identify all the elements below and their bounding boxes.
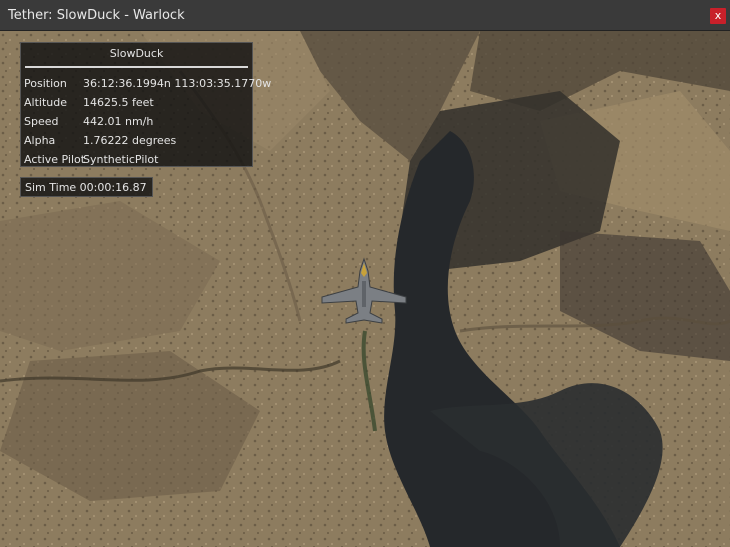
close-icon: x (714, 9, 722, 22)
active-pilot-label: Active Pilot (24, 153, 86, 166)
position-value: 36:12:36.1994n 113:03:35.1770w (83, 77, 272, 90)
speed-label: Speed (24, 115, 59, 128)
title-bar[interactable]: Tether: SlowDuck - Warlock x (0, 0, 730, 31)
alpha-label: Alpha (24, 134, 56, 147)
close-button[interactable]: x (710, 8, 726, 24)
tether-window: Tether: SlowDuck - Warlock x SlowDuck Po… (0, 0, 730, 547)
position-row: Position 36:12:36.1994n 113:03:35.1770w (21, 74, 271, 93)
sim-time-panel: Sim Time 00:00:16.87 (20, 177, 153, 197)
sim-time-label: Sim Time (25, 181, 77, 194)
active-pilot-value: SyntheticPilot (83, 153, 159, 166)
altitude-row: Altitude 14625.5 feet (21, 93, 252, 112)
divider (25, 66, 248, 68)
position-label: Position (24, 77, 67, 90)
sim-time-value: 00:00:16.87 (79, 181, 147, 194)
altitude-label: Altitude (24, 96, 67, 109)
altitude-value: 14625.5 feet (83, 96, 154, 109)
entity-info-panel: SlowDuck Position 36:12:36.1994n 113:03:… (20, 42, 271, 169)
active-pilot-row: Active Pilot SyntheticPilot (21, 150, 252, 169)
entity-name: SlowDuck (109, 47, 164, 60)
alpha-value: 1.76222 degrees (83, 134, 177, 147)
fighter-jet-icon (321, 257, 407, 324)
speed-row: Speed 442.01 nm/h (21, 112, 252, 131)
window-title: Tether: SlowDuck - Warlock (8, 8, 185, 23)
speed-value: 442.01 nm/h (83, 115, 154, 128)
terrain-viewport[interactable]: SlowDuck Position 36:12:36.1994n 113:03:… (0, 31, 730, 547)
alpha-row: Alpha 1.76222 degrees (21, 131, 252, 150)
